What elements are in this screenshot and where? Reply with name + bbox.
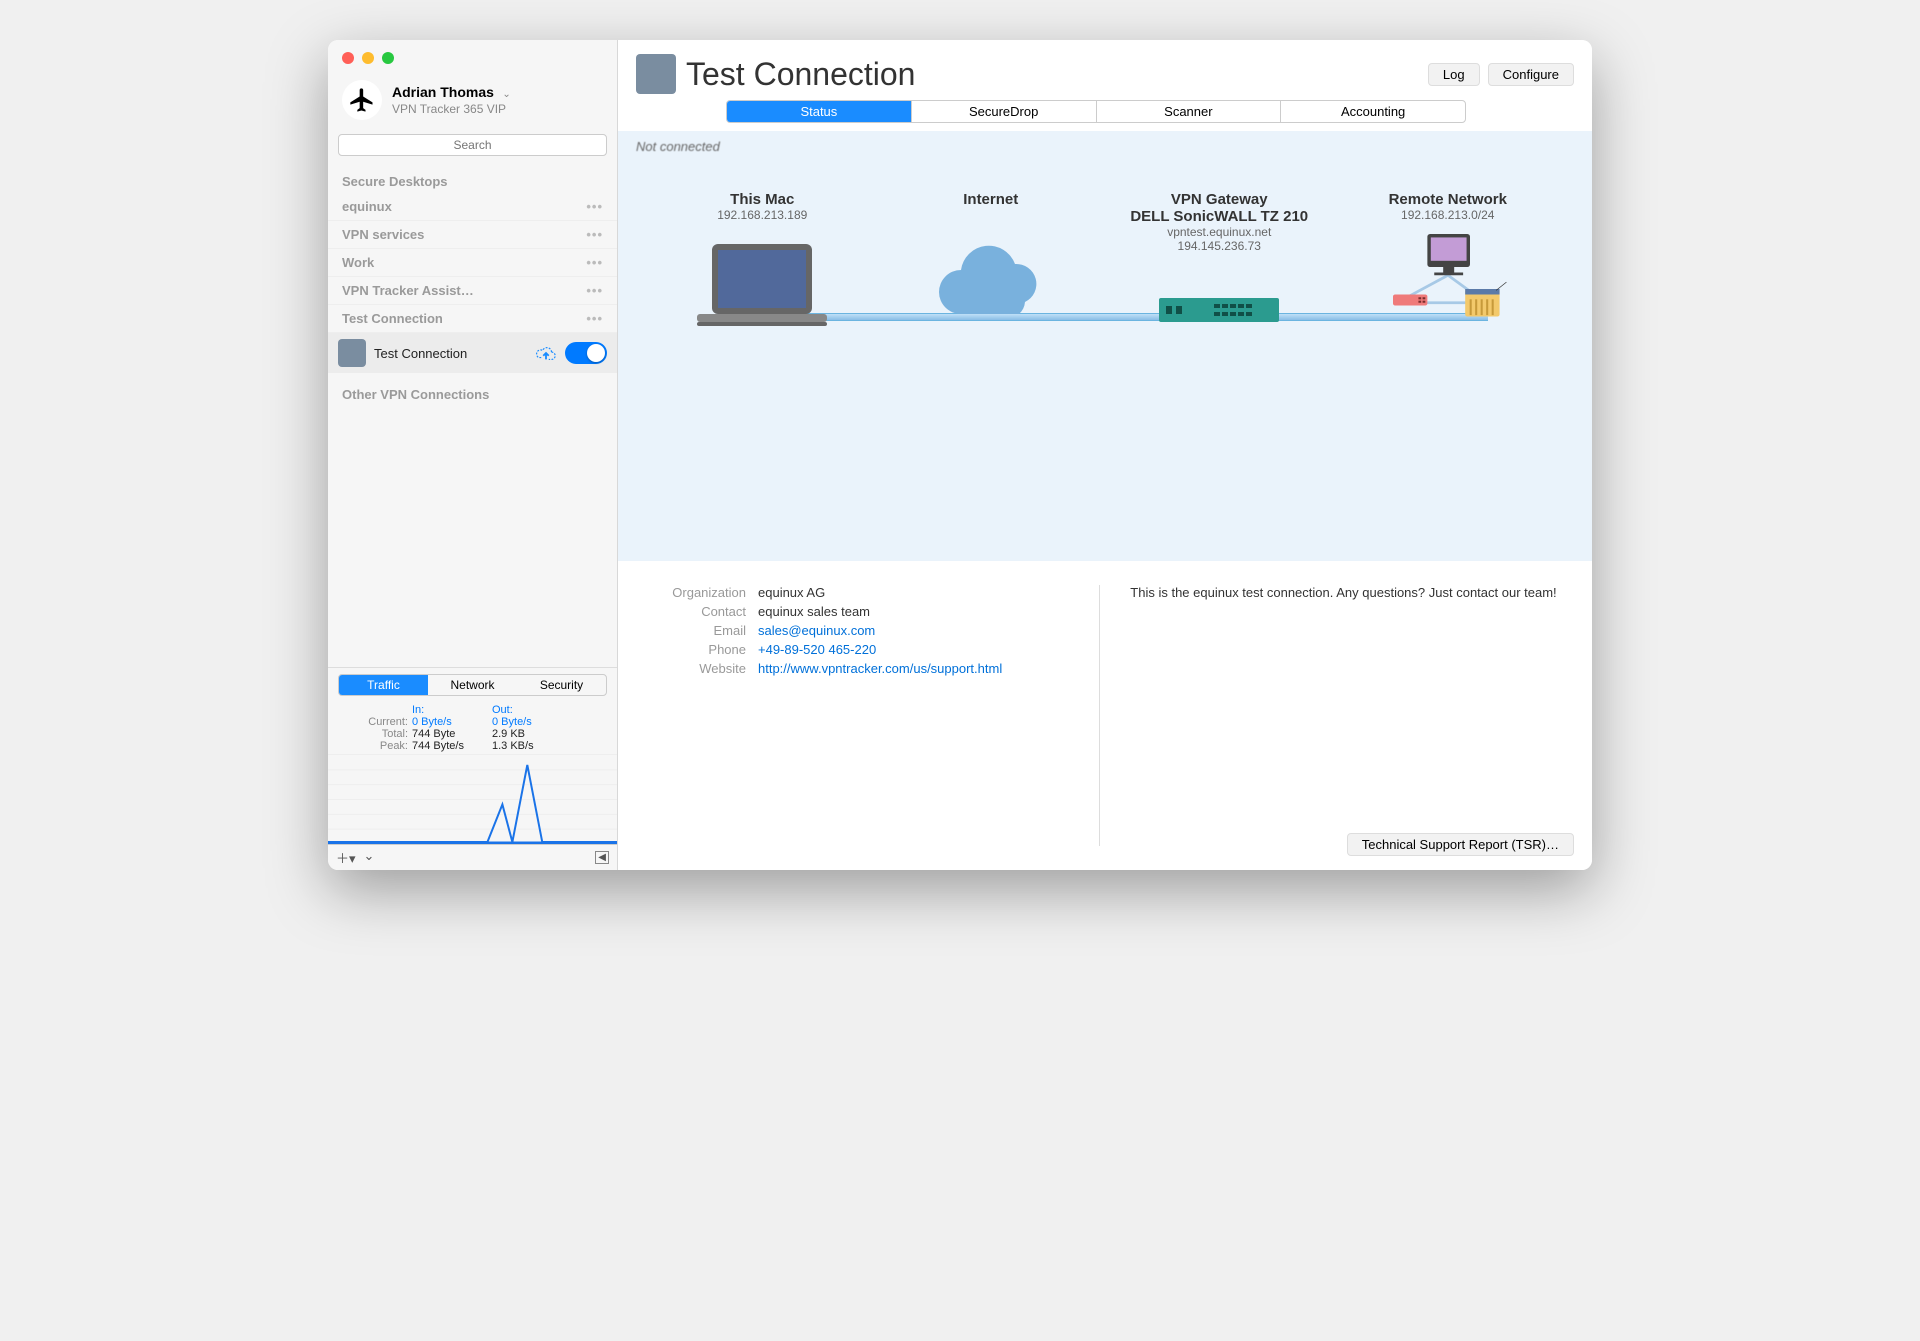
log-button[interactable]: Log [1428,63,1480,86]
firewall-device-icon [1154,290,1284,330]
tab-accounting[interactable]: Accounting [1281,101,1465,122]
sidebar-section-other: Other VPN Connections [328,373,617,406]
user-name: Adrian Thomas [392,84,494,100]
email-link[interactable]: sales@equinux.com [758,623,875,638]
main-tabs[interactable]: Status SecureDrop Scanner Accounting [726,100,1466,123]
website-link[interactable]: http://www.vpntracker.com/us/support.htm… [758,661,998,676]
cloud-upload-icon[interactable] [535,343,557,363]
node-this-mac: This Mac 192.168.213.189 [662,191,862,344]
more-icon[interactable]: ••• [586,311,603,326]
maximize-icon[interactable] [382,52,394,64]
window-controls [342,52,394,64]
cloud-icon [926,244,1056,334]
main-panel: Test Connection Log Configure Status Sec… [618,40,1592,870]
minimize-icon[interactable] [362,52,374,64]
info-section: Organizationequinux AG Contactequinux sa… [618,561,1592,870]
connection-toggle[interactable] [565,342,607,364]
user-plan: VPN Tracker 365 VIP [392,102,511,116]
tab-status[interactable]: Status [727,101,912,122]
laptop-icon [692,239,832,339]
close-icon[interactable] [342,52,354,64]
configure-button[interactable]: Configure [1488,63,1574,86]
sidebar-item-vpn-services[interactable]: VPN services••• [328,221,617,249]
phone-link[interactable]: +49-89-520 465-220 [758,642,876,657]
main-header: Test Connection Log Configure Status Sec… [618,40,1592,123]
dropdown-icon[interactable]: ⌄ [364,848,375,867]
connection-label: Test Connection [374,346,527,361]
node-gateway: VPN Gateway DELL SonicWALL TZ 210 vpntes… [1119,191,1319,365]
remote-network-icon [1363,234,1533,344]
more-icon[interactable]: ••• [586,227,603,242]
sidebar-item-test-connection[interactable]: Test Connection••• [328,305,617,333]
tab-securedrop[interactable]: SecureDrop [912,101,1097,122]
tab-network[interactable]: Network [428,675,517,695]
sidebar-item-equinux[interactable]: equinux••• [328,193,617,221]
tab-traffic[interactable]: Traffic [339,675,428,695]
sidebar-list: Secure Desktops equinux••• VPN services•… [328,164,617,667]
sidebar-section-secure-desktops: Secure Desktops [328,164,617,193]
search-input[interactable] [338,134,607,156]
topology-diagram: Not connected This Mac 192.168.213.189 [618,131,1592,561]
traffic-chart [328,754,617,844]
add-button[interactable]: ＋▾ [336,848,356,867]
page-title: Test Connection [686,56,1418,93]
tab-security[interactable]: Security [517,675,606,695]
bottom-segmented-control[interactable]: Traffic Network Security [338,674,607,696]
app-window: Adrian Thomas ⌄ VPN Tracker 365 VIP Secu… [328,40,1592,870]
sidebar-footer: ＋▾ ⌄ ◀ [328,844,617,870]
tab-scanner[interactable]: Scanner [1097,101,1282,122]
collapse-sidebar-icon[interactable]: ◀ [595,851,609,864]
titlebar [328,40,394,76]
more-icon[interactable]: ••• [586,199,603,214]
sidebar: Adrian Thomas ⌄ VPN Tracker 365 VIP Secu… [328,40,618,870]
traffic-stats: In:Out: Current:0 Byte/s0 Byte/s Total:7… [328,702,617,754]
sidebar-item-work[interactable]: Work••• [328,249,617,277]
chevron-down-icon[interactable]: ⌄ [502,89,510,100]
sidebar-item-assist[interactable]: VPN Tracker Assist…••• [328,277,617,305]
more-icon[interactable]: ••• [586,255,603,270]
sidebar-connection-active[interactable]: Test Connection [328,333,617,373]
connection-thumbnail-icon [338,339,366,367]
connection-hero-icon [636,54,676,94]
node-remote: Remote Network 192.168.213.0/24 [1348,191,1548,344]
node-internet: Internet [891,191,1091,344]
sidebar-bottom: Traffic Network Security In:Out: Current… [328,667,617,870]
info-note: This is the equinux test connection. Any… [1099,585,1562,846]
tsr-button[interactable]: Technical Support Report (TSR)… [1347,833,1574,856]
more-icon[interactable]: ••• [586,283,603,298]
contact-info: Organizationequinux AG Contactequinux sa… [648,585,1059,846]
app-logo-icon [342,80,382,120]
